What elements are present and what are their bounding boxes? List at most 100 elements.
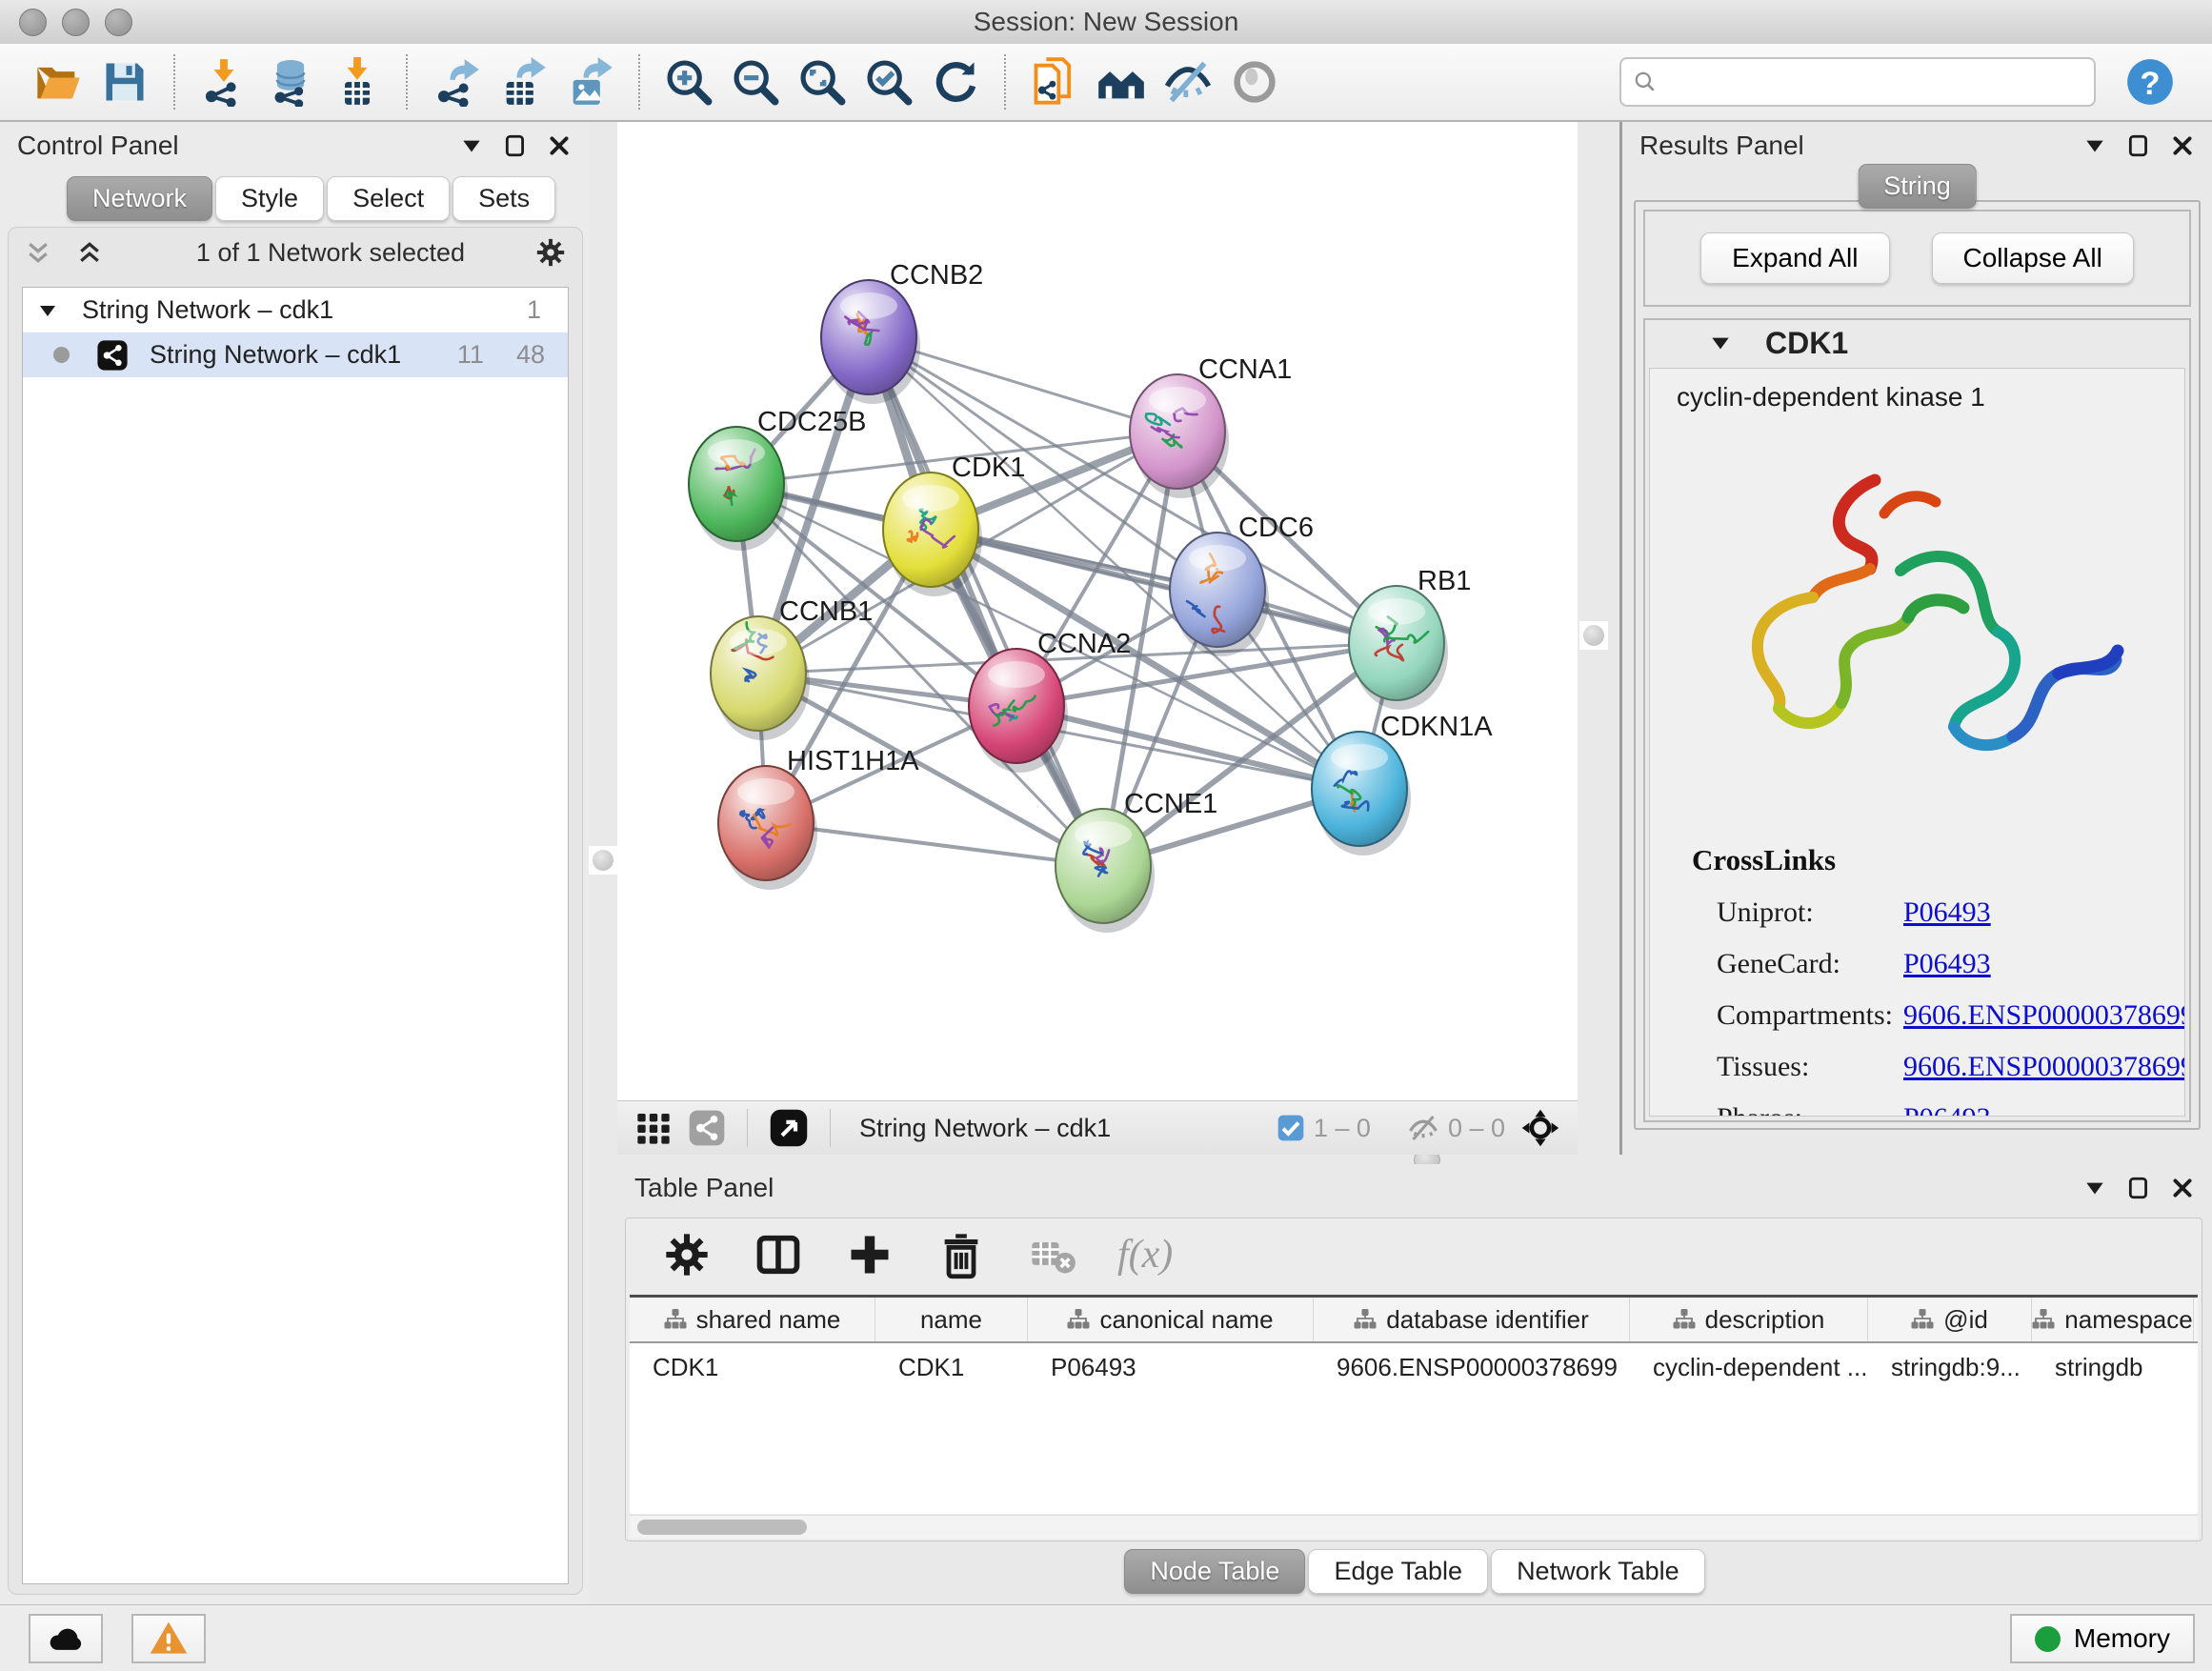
delete-column-button[interactable] [935, 1228, 988, 1281]
tab-sets[interactable]: Sets [452, 176, 555, 221]
save-session-button[interactable] [97, 54, 152, 110]
tab-network[interactable]: Network [67, 176, 212, 221]
export-view-button[interactable] [769, 1108, 809, 1148]
home-button[interactable] [1094, 54, 1149, 110]
share-network-button[interactable] [688, 1109, 726, 1147]
panel-float-icon[interactable] [503, 133, 528, 158]
tab-network-table[interactable]: Network Table [1491, 1549, 1705, 1594]
column-header-database-identifier[interactable]: database identifier [1314, 1298, 1630, 1341]
table-cell[interactable]: stringdb [2032, 1343, 2194, 1387]
crosslink-link[interactable]: 9606.ENSP00000378699 [1903, 1051, 2185, 1083]
left-splitter-handle[interactable] [589, 846, 617, 875]
create-column-button[interactable] [843, 1228, 896, 1281]
warnings-button[interactable] [131, 1614, 206, 1663]
export-table-file-button[interactable] [495, 54, 551, 110]
collapse-all-button[interactable]: Collapse All [1932, 232, 2134, 284]
panel-close-icon[interactable] [2170, 133, 2195, 158]
panel-menu-icon[interactable] [2082, 1176, 2107, 1200]
import-network-file-button[interactable] [196, 54, 251, 110]
help-button[interactable]: ? [2122, 54, 2178, 110]
panel-menu-icon[interactable] [2082, 133, 2107, 158]
panel-close-icon[interactable] [2170, 1176, 2195, 1200]
zoom-out-button[interactable] [728, 54, 783, 110]
panel-float-icon[interactable] [2126, 1176, 2151, 1200]
column-header-canonical-name[interactable]: canonical name [1028, 1298, 1314, 1341]
column-header-name[interactable]: name [875, 1298, 1028, 1341]
crosslink-link[interactable]: 9606.ENSP00000378699 [1903, 999, 2185, 1032]
network-node-HIST1H1A[interactable]: HIST1H1A [718, 746, 919, 890]
collapse-all-icon[interactable] [24, 238, 52, 267]
table-options-button[interactable] [660, 1228, 714, 1281]
table-cell[interactable]: CDK1 [630, 1343, 875, 1387]
show-button[interactable] [1227, 54, 1282, 110]
network-node-RB1[interactable]: RB1 [1349, 566, 1471, 710]
tab-node-table[interactable]: Node Table [1124, 1549, 1305, 1594]
crosslink-link[interactable]: P06493 [1903, 948, 1991, 980]
birdseye-view-button[interactable] [634, 1109, 673, 1147]
memory-button[interactable]: Memory [2010, 1614, 2195, 1663]
network-node-CDC6[interactable]: CDC6 [1170, 513, 1314, 656]
tab-select[interactable]: Select [327, 176, 450, 221]
network-node-CCNA1[interactable]: CCNA1 [1130, 354, 1292, 498]
network-graph[interactable]: CCNB2CCNA1CDC25BCDK1CDC6RB1CCNB1CCNA2CDK… [617, 122, 1578, 1100]
crosslink-link[interactable]: P06493 [1903, 1102, 1991, 1117]
network-options-gear-icon[interactable] [534, 236, 567, 269]
expand-all-icon[interactable] [75, 238, 104, 267]
selected-checkbox-icon[interactable] [1276, 1113, 1306, 1143]
show-columns-button[interactable] [752, 1228, 805, 1281]
export-image-button[interactable] [562, 54, 617, 110]
zoom-in-button[interactable] [661, 54, 716, 110]
right-splitter-handle[interactable] [1579, 621, 1608, 650]
table-cell[interactable]: P06493 [1028, 1343, 1314, 1387]
hidden-eye-slash-icon[interactable] [1406, 1111, 1440, 1145]
network-edge[interactable] [869, 337, 1103, 866]
right-splitter[interactable] [1578, 122, 1622, 1155]
collapse-entry-icon[interactable] [1708, 331, 1733, 355]
node-entry-header[interactable]: CDK1 [1645, 320, 2189, 366]
scrollbar-thumb[interactable] [637, 1520, 807, 1535]
network-row[interactable]: String Network – cdk1 11 48 [23, 332, 568, 377]
column-header-shared-name[interactable]: shared name [630, 1298, 875, 1341]
table-row[interactable]: CDK1CDK1P064939606.ENSP00000378699cyclin… [630, 1343, 2198, 1387]
column-header-description[interactable]: description [1630, 1298, 1868, 1341]
document-share-button[interactable] [1027, 54, 1082, 110]
export-network-file-button[interactable] [429, 54, 484, 110]
crosslink-link[interactable]: P06493 [1903, 896, 1991, 929]
import-network-database-button[interactable] [263, 54, 318, 110]
panel-close-icon[interactable] [547, 133, 572, 158]
apply-layout-button[interactable] [928, 54, 983, 110]
network-canvas[interactable]: CCNB2CCNA1CDC25BCDK1CDC6RB1CCNB1CCNA2CDK… [617, 122, 1578, 1100]
expand-all-button[interactable]: Expand All [1700, 232, 1889, 284]
tab-edge-table[interactable]: Edge Table [1308, 1549, 1488, 1594]
table-cell[interactable]: 9606.ENSP00000378699 [1314, 1343, 1630, 1387]
network-node-CCNB2[interactable]: CCNB2 [821, 260, 983, 404]
network-node-CDKN1A[interactable]: CDKN1A [1312, 712, 1493, 856]
tab-style[interactable]: Style [215, 176, 324, 221]
network-collection-row[interactable]: String Network – cdk1 1 [23, 288, 568, 332]
tab-string[interactable]: String [1858, 164, 1977, 209]
hide-button[interactable] [1160, 54, 1216, 110]
cloud-button[interactable] [29, 1614, 103, 1663]
panel-float-icon[interactable] [2126, 133, 2151, 158]
delete-table-button[interactable] [1026, 1228, 1079, 1281]
panel-menu-icon[interactable] [459, 133, 484, 158]
horizontal-splitter[interactable] [617, 1155, 2212, 1164]
column-header--id[interactable]: @id [1868, 1298, 2032, 1341]
network-node-CDC25B[interactable]: CDC25B [689, 407, 866, 551]
table-cell[interactable]: stringdb:9... [1868, 1343, 2032, 1387]
table-cell[interactable]: cyclin-dependent ... [1630, 1343, 1868, 1387]
import-table-file-button[interactable] [330, 54, 385, 110]
tree-expand-icon[interactable] [36, 299, 59, 322]
search-input[interactable] [1658, 67, 2082, 98]
zoom-selected-button[interactable] [861, 54, 916, 110]
search-field[interactable] [1619, 57, 2096, 107]
network-edge[interactable] [931, 530, 1397, 643]
table-cell[interactable]: CDK1 [875, 1343, 1028, 1387]
left-splitter[interactable] [589, 122, 617, 1604]
open-session-button[interactable] [30, 54, 86, 110]
zoom-fit-button[interactable] [794, 54, 850, 110]
function-builder-button[interactable]: f(x) [1117, 1232, 1173, 1278]
table-horizontal-scrollbar[interactable] [630, 1515, 2198, 1539]
fit-content-button[interactable] [1520, 1108, 1560, 1148]
column-header-namespace[interactable]: namespace [2032, 1298, 2194, 1341]
